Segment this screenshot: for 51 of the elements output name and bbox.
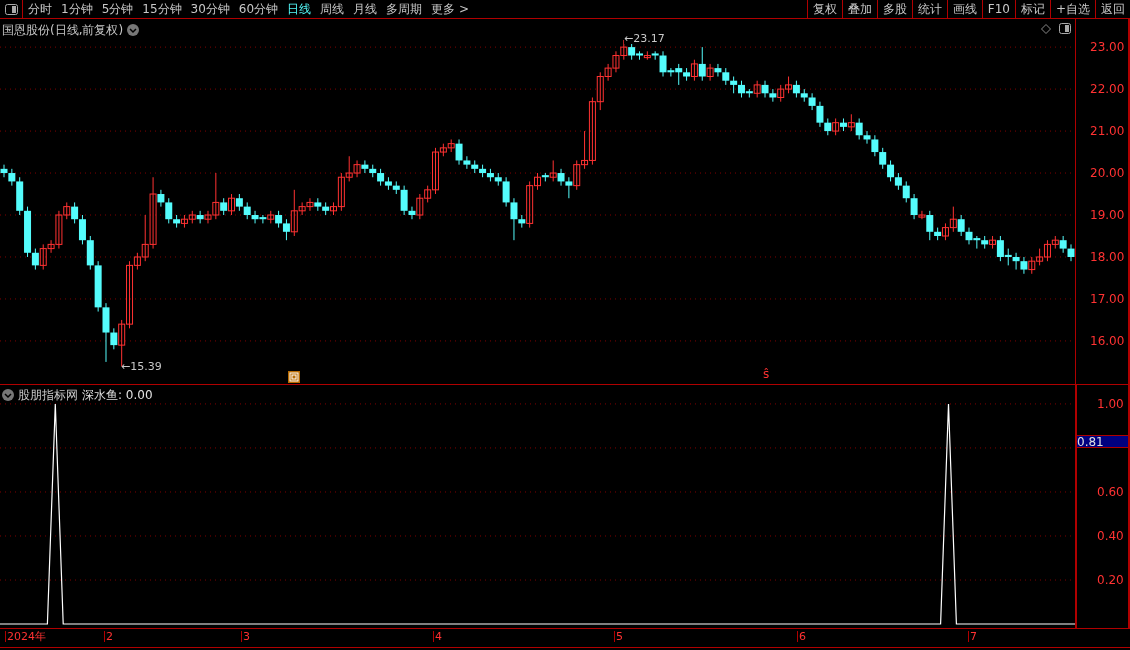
toolbar-button[interactable]: 统计 bbox=[911, 0, 947, 18]
price-axis-label: 18.00 bbox=[1090, 250, 1125, 263]
toolbar-button[interactable]: 标记 bbox=[1014, 0, 1050, 18]
date-axis-label: 2 bbox=[104, 631, 113, 642]
toolbar-button[interactable]: 多股 bbox=[876, 0, 912, 18]
indicator-axis-label: 0.60 bbox=[1097, 485, 1124, 498]
indicator-axis-label: 0.40 bbox=[1097, 530, 1124, 542]
price-axis-label: 23.00 bbox=[1090, 41, 1125, 54]
signal-mark: ŝ bbox=[763, 368, 770, 380]
price-axis-label: 22.00 bbox=[1090, 83, 1125, 96]
period-tab[interactable]: 多周期 bbox=[386, 3, 423, 15]
signal-square-icon bbox=[288, 371, 300, 383]
price-axis-label: 19.00 bbox=[1090, 209, 1125, 221]
chart-title: 国恩股份(日线,前复权) bbox=[2, 22, 124, 39]
period-tab[interactable]: 30分钟 bbox=[190, 3, 230, 15]
date-axis-label: 3 bbox=[241, 631, 250, 642]
high-price-label: ←23.17 bbox=[624, 33, 665, 44]
toolbar-button[interactable]: +自选 bbox=[1049, 0, 1095, 18]
panel-toggle-icon[interactable] bbox=[1059, 23, 1071, 34]
toolbar-button[interactable]: 叠加 bbox=[841, 0, 877, 18]
indicator-value: 深水鱼: 0.00 bbox=[82, 387, 153, 404]
period-tab[interactable]: 更多 > bbox=[431, 3, 469, 15]
period-tab[interactable]: 60分钟 bbox=[238, 3, 279, 15]
price-axis-label: 16.00 bbox=[1090, 334, 1125, 347]
price-axis-label: 17.00 bbox=[1090, 292, 1125, 305]
indicator-axis-label: 1.00 bbox=[1097, 397, 1124, 410]
date-axis-label: 5 bbox=[614, 631, 623, 642]
period-tab[interactable]: 1分钟 bbox=[61, 3, 93, 15]
low-price-label: ←15.39 bbox=[121, 361, 162, 372]
period-tab[interactable]: 日线 bbox=[287, 3, 312, 15]
panel-toggle-icon[interactable] bbox=[4, 3, 18, 15]
period-tab[interactable]: 周线 bbox=[320, 3, 345, 15]
toolbar-button[interactable]: F10 bbox=[981, 0, 1015, 18]
indicator-title: 股朋指标网 bbox=[18, 387, 78, 404]
period-tab[interactable]: 5分钟 bbox=[101, 3, 134, 15]
toolbar-button[interactable]: 复权 bbox=[806, 0, 842, 18]
toolbar-button[interactable]: 返回 bbox=[1095, 0, 1130, 18]
date-axis-label: 2024年 bbox=[5, 631, 46, 642]
indicator-axis-label: 0.20 bbox=[1097, 574, 1124, 586]
date-axis-label: 6 bbox=[797, 631, 806, 642]
period-tab[interactable]: 月线 bbox=[353, 3, 378, 15]
cursor-value-label: 0.81 bbox=[1077, 435, 1128, 448]
period-tab[interactable]: 15分钟 bbox=[142, 3, 182, 15]
date-axis-label: 4 bbox=[433, 631, 442, 642]
period-tab[interactable]: 分时 bbox=[28, 3, 52, 15]
date-axis-label: 7 bbox=[968, 631, 977, 642]
price-axis-label: 21.00 bbox=[1090, 125, 1125, 138]
price-axis-label: 20.00 bbox=[1090, 167, 1125, 180]
toolbar-button[interactable]: 画线 bbox=[946, 0, 982, 18]
dropdown-icon[interactable] bbox=[2, 389, 14, 401]
dropdown-icon[interactable] bbox=[127, 24, 140, 36]
